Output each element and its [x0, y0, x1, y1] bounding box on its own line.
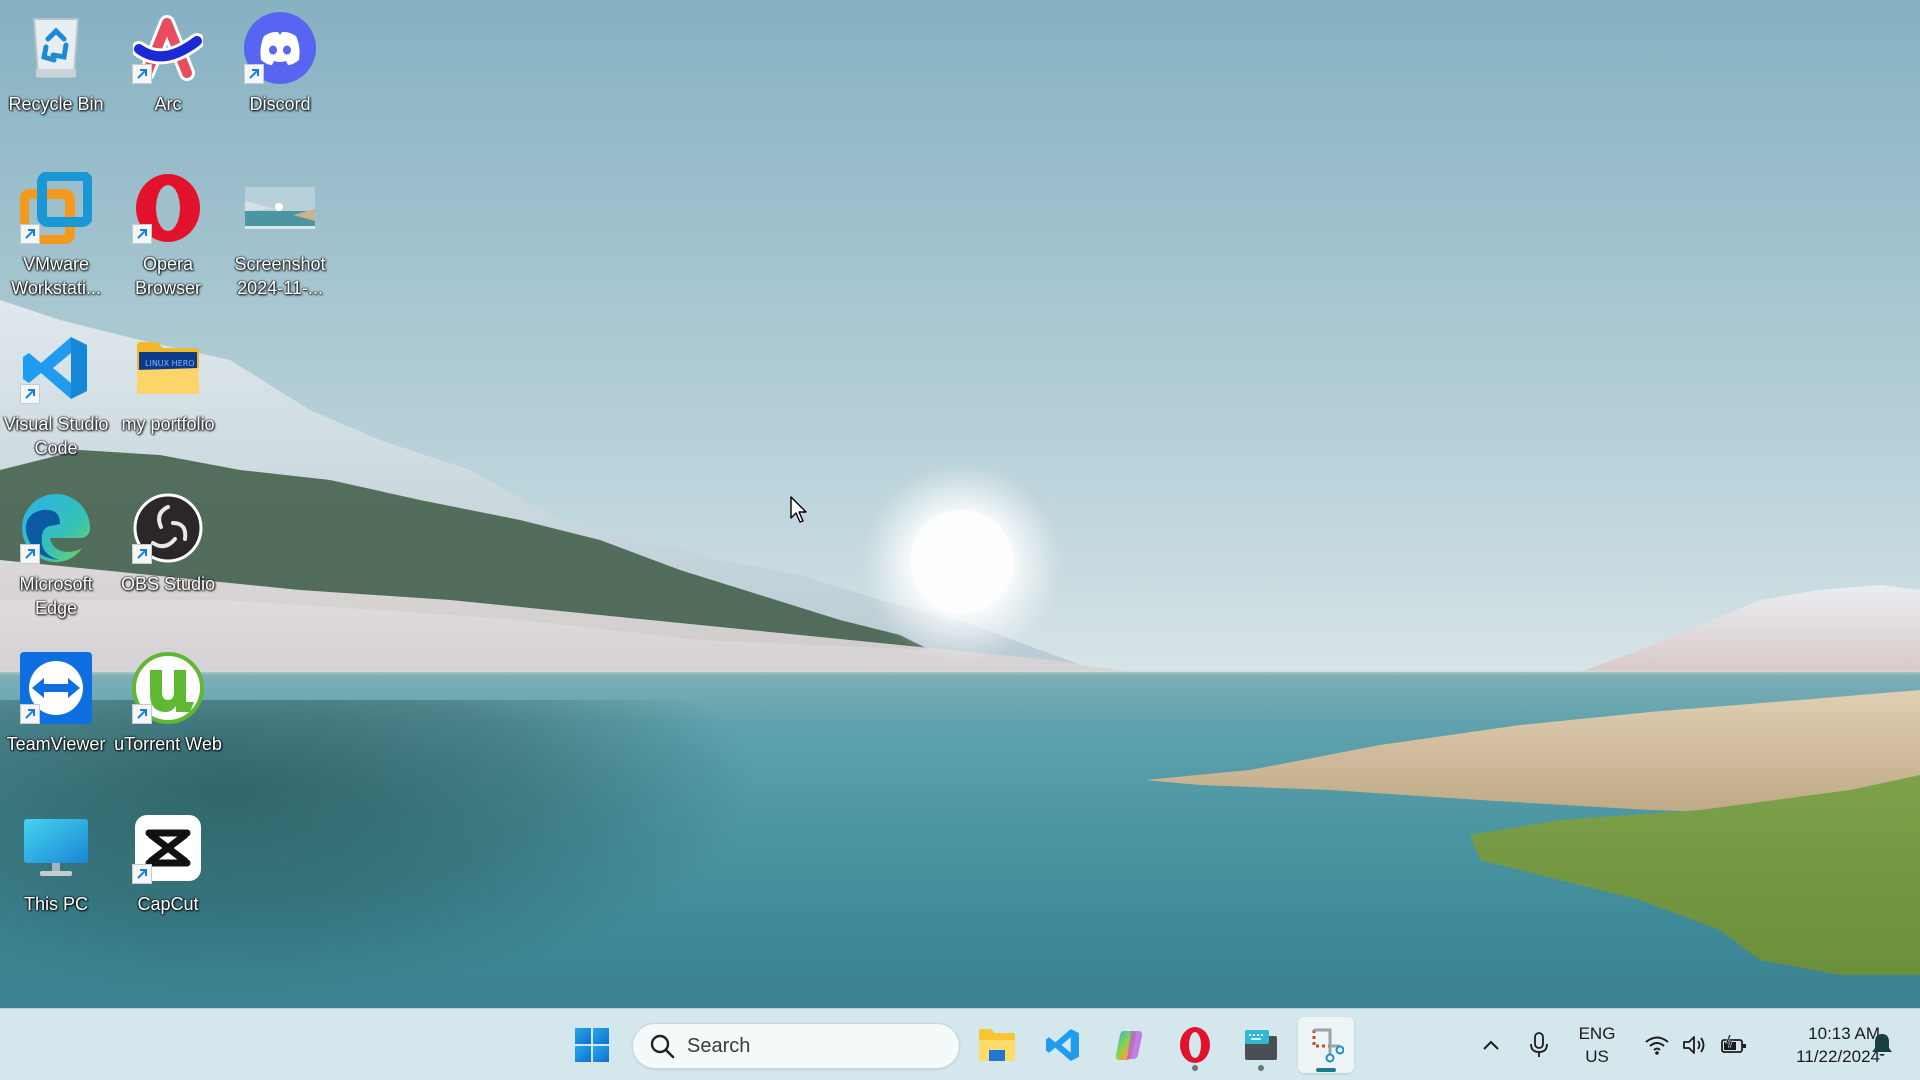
taskbar-keyboard-app[interactable] [1233, 1017, 1289, 1073]
microphone-icon [1530, 1032, 1548, 1057]
desktop-icon-screenshot-file[interactable]: Screenshot 2024-11-... [224, 164, 336, 314]
notifications-button[interactable] [1862, 1009, 1902, 1080]
recycle-bin-icon [18, 10, 94, 86]
desktop-icon-label: Recycle Bin [8, 94, 104, 114]
search-icon [650, 1034, 675, 1059]
wifi-icon [1645, 1036, 1669, 1055]
edge-icon [18, 490, 94, 566]
opera-icon [130, 170, 206, 246]
show-hidden-icons-button[interactable] [1474, 1009, 1508, 1080]
shortcut-arrow-icon [132, 704, 152, 724]
desktop-icon-label: Screenshot 2024-11-... [234, 254, 326, 298]
desktop-icon-label: Microsoft Edge [19, 574, 93, 618]
active-indicator [1316, 1068, 1336, 1072]
shortcut-arrow-icon [132, 64, 152, 84]
shortcut-arrow-icon [20, 384, 40, 404]
this-pc-icon [18, 810, 94, 886]
desktop-icon-utorrent[interactable]: uTorrent Web [112, 644, 224, 794]
start-button[interactable] [564, 1017, 620, 1073]
desktop-icon-edge[interactable]: Microsoft Edge [0, 484, 112, 634]
copilot-icon [1115, 1031, 1143, 1060]
taskbar: ENG US 10:13 AM 11/22/2024 [0, 1008, 1920, 1080]
capcut-icon [130, 810, 206, 886]
desktop-icon-label: Discord [249, 94, 311, 114]
shortcut-arrow-icon [132, 864, 152, 884]
desktop-icon-recycle-bin[interactable]: Recycle Bin [0, 4, 112, 154]
teamviewer-icon [18, 650, 94, 726]
shortcut-arrow-icon [244, 64, 264, 84]
desktop-icon-teamviewer[interactable]: TeamViewer [0, 644, 112, 794]
mouse-pointer-icon [790, 496, 807, 523]
utorrent-icon [130, 650, 206, 726]
running-indicator [1192, 1065, 1198, 1071]
folder-thumbnail-text: LINUX HERO [145, 359, 195, 368]
taskbar-opera[interactable] [1167, 1017, 1223, 1073]
desktop-icon-this-pc[interactable]: This PC [0, 804, 112, 954]
vscode-icon [1046, 1029, 1079, 1061]
opera-icon [1180, 1027, 1210, 1063]
desktop-icon-vscode[interactable]: Visual Studio Code [0, 324, 112, 474]
microphone-button[interactable] [1522, 1009, 1556, 1080]
keyboard-layout: US [1585, 1047, 1609, 1066]
desktop-icon-vmware[interactable]: VMware Workstati... [0, 164, 112, 314]
shortcut-arrow-icon [20, 224, 40, 244]
taskbar-file-explorer[interactable] [969, 1017, 1025, 1073]
desktop-icon-label: This PC [23, 894, 88, 914]
shortcut-arrow-icon [132, 224, 152, 244]
windows-start-icon [575, 1028, 609, 1062]
language-indicator[interactable]: ENG US [1568, 1009, 1626, 1080]
desktop-icon-label: TeamViewer [6, 734, 106, 754]
desktop-wallpaper [0, 0, 1920, 1080]
desktop-icon-label: Opera Browser [134, 254, 201, 298]
desktop-icon-label: Visual Studio Code [3, 414, 109, 458]
desktop-icon-arc[interactable]: Arc [112, 4, 224, 154]
arc-browser-icon [130, 10, 206, 86]
desktop-icon-my-portfolio[interactable]: LINUX HERO my portfolio [112, 324, 224, 474]
quick-settings-button[interactable] [1636, 1009, 1756, 1080]
desktop-icon-label: Arc [154, 94, 182, 114]
running-indicator [1258, 1065, 1264, 1071]
shortcut-arrow-icon [20, 544, 40, 564]
battery-charging-icon [1721, 1034, 1746, 1053]
shortcut-arrow-icon [20, 704, 40, 724]
vscode-icon [18, 330, 94, 406]
taskbar-copilot[interactable] [1101, 1017, 1157, 1073]
desktop-icon-capcut[interactable]: CapCut [112, 804, 224, 954]
desktop-icon-label: uTorrent Web [114, 734, 222, 754]
desktop-icon-discord[interactable]: Discord [224, 4, 336, 154]
taskbar-search-box[interactable] [632, 1023, 960, 1069]
language-code: ENG [1578, 1024, 1616, 1043]
file-explorer-icon [979, 1029, 1015, 1061]
desktop-icon-opera[interactable]: Opera Browser [112, 164, 224, 314]
keyboard-window-icon [1245, 1030, 1277, 1060]
desktop-icon-label: OBS Studio [120, 574, 216, 594]
bell-icon [1872, 1034, 1892, 1056]
volume-icon [1683, 1036, 1705, 1054]
chevron-up-icon [1483, 1040, 1499, 1050]
snipping-tool-icon [1312, 1028, 1344, 1063]
taskbar-snipping-tool[interactable] [1298, 1017, 1354, 1073]
shortcut-arrow-icon [132, 544, 152, 564]
vmware-icon [18, 170, 94, 246]
obs-icon [130, 490, 206, 566]
search-input[interactable] [687, 1034, 927, 1058]
desktop-icon-label: CapCut [137, 894, 199, 914]
desktop-icon-label: my portfolio [121, 414, 215, 434]
desktop-icon-label: VMware Workstati... [11, 254, 101, 298]
taskbar-vscode[interactable] [1035, 1017, 1091, 1073]
desktop-icon-obs[interactable]: OBS Studio [112, 484, 224, 634]
wallpaper-foreground [1145, 690, 1920, 975]
image-thumbnail-icon [242, 170, 318, 246]
discord-icon [242, 10, 318, 86]
folder-icon: LINUX HERO [130, 330, 206, 406]
